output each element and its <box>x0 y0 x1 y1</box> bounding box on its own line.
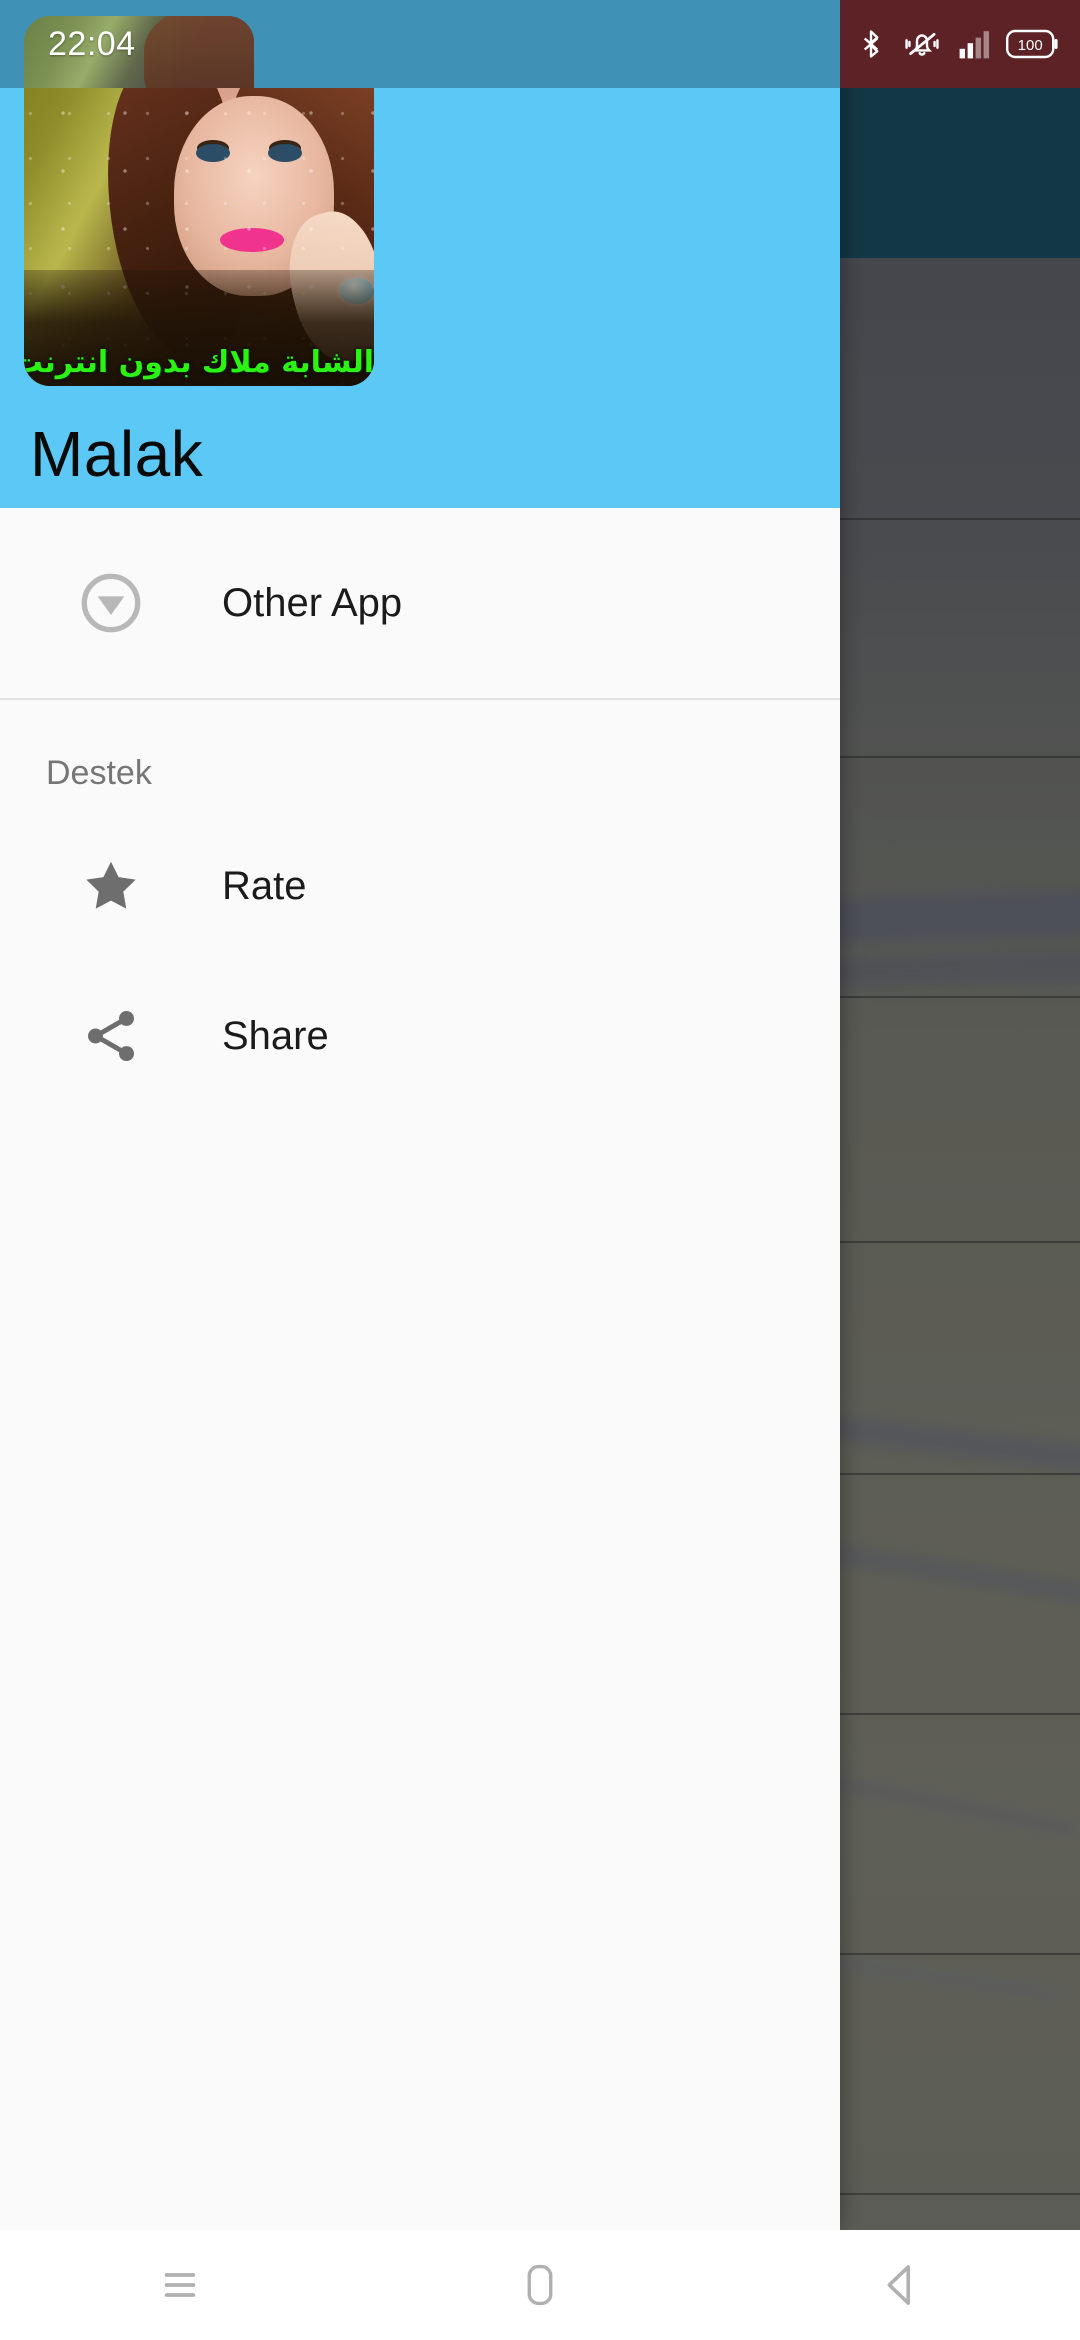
drawer-item-other-app[interactable]: Other App <box>0 508 840 698</box>
drawer-item-label: Share <box>222 1013 329 1058</box>
home-button[interactable] <box>470 2262 610 2308</box>
app-title: Malak <box>30 418 204 490</box>
phone-screen: الشابة ملاك بدون انترنت Malak Other App … <box>0 0 1080 2340</box>
drawer-item-rate[interactable]: Rate <box>0 811 840 961</box>
drawer-section-title: Destek <box>46 754 152 792</box>
status-bar-clock: 22:04 <box>48 24 136 63</box>
drawer-item-label: Rate <box>222 863 307 908</box>
star-icon <box>0 855 222 917</box>
battery-icon: 100 <box>1006 29 1058 59</box>
navigation-drawer: الشابة ملاك بدون انترنت Malak Other App … <box>0 0 840 2230</box>
back-button[interactable] <box>830 2262 970 2308</box>
share-nodes-icon <box>0 1005 222 1067</box>
recents-icon <box>164 2273 196 2297</box>
battery-level-text: 100 <box>1018 37 1043 54</box>
vibrate-mute-icon <box>905 32 939 56</box>
system-navigation-bar <box>0 2230 1080 2340</box>
bluetooth-icon <box>863 30 879 58</box>
drawer-item-share[interactable]: Share <box>0 961 840 1111</box>
back-icon <box>887 2265 911 2305</box>
drawer-item-label: Other App <box>222 580 403 625</box>
recents-button[interactable] <box>110 2265 250 2305</box>
home-icon <box>527 2264 553 2306</box>
status-bar: 22:04 100 <box>0 0 1080 88</box>
circle-download-arrow-icon <box>0 571 222 635</box>
signal-bars-icon <box>959 31 990 59</box>
app-icon-caption-text: الشابة ملاك بدون انترنت <box>24 345 374 380</box>
status-bar-icons: 100 <box>856 0 1058 88</box>
